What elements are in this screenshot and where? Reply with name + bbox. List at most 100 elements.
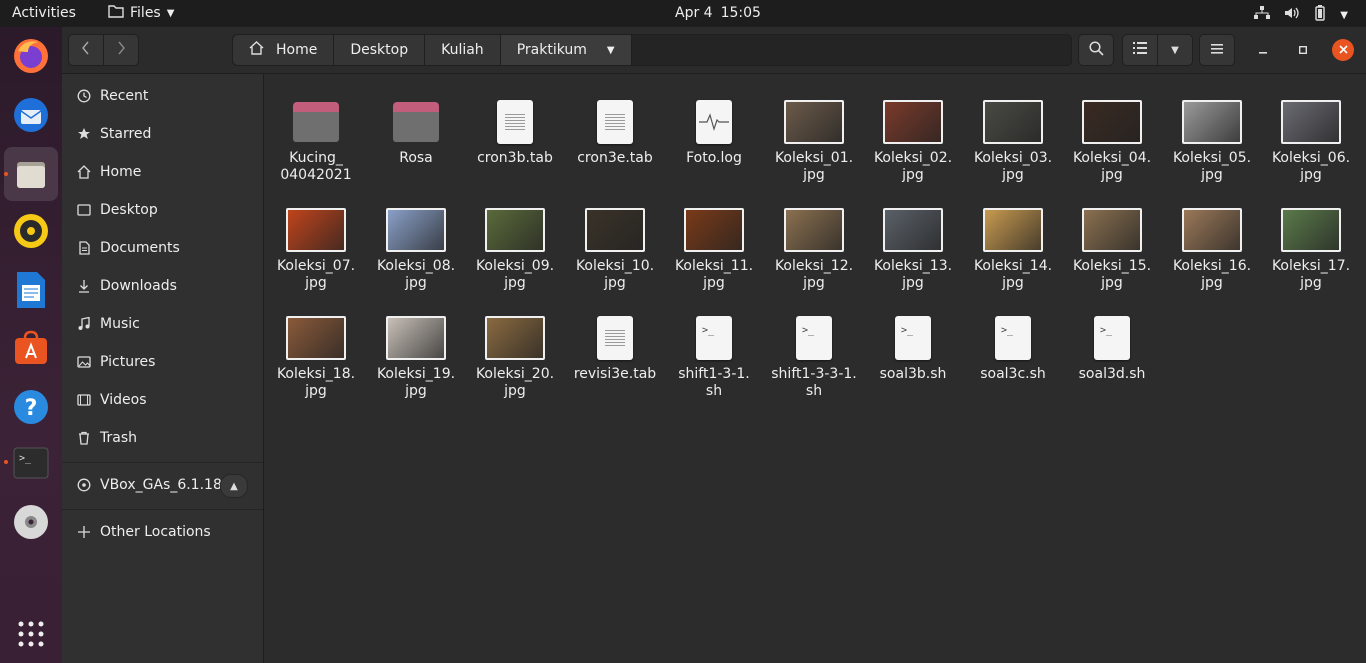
rhythmbox-icon[interactable] bbox=[12, 212, 50, 250]
file-name-continued: jpg bbox=[902, 167, 924, 183]
file-name: shift1-3-1. bbox=[678, 366, 750, 382]
file-item[interactable]: Koleksi_03. jpg bbox=[966, 96, 1060, 184]
eject-button[interactable]: ▲ bbox=[220, 474, 248, 498]
file-item[interactable]: Koleksi_11. jpg bbox=[667, 204, 761, 292]
forward-button[interactable] bbox=[103, 34, 139, 66]
file-item[interactable]: Koleksi_18. jpg bbox=[269, 312, 363, 400]
breadcrumb-desktop[interactable]: Desktop bbox=[334, 35, 426, 65]
videos-icon bbox=[76, 392, 92, 408]
file-name: Koleksi_14. bbox=[973, 258, 1053, 274]
file-item[interactable]: Koleksi_06. jpg bbox=[1264, 96, 1358, 184]
back-button[interactable] bbox=[68, 34, 104, 66]
writer-icon[interactable] bbox=[12, 271, 50, 309]
sidebar-item-home[interactable]: Home bbox=[62, 153, 263, 191]
system-tray[interactable]: ▼ bbox=[1254, 5, 1348, 25]
file-item[interactable]: Koleksi_15. jpg bbox=[1065, 204, 1159, 292]
file-item[interactable]: revisi3e.tab bbox=[568, 312, 662, 383]
view-list-button[interactable] bbox=[1122, 34, 1158, 66]
script-file-icon: >_ bbox=[966, 312, 1060, 364]
sidebar-item-recent[interactable]: Recent bbox=[62, 77, 263, 115]
file-item[interactable]: Koleksi_17. jpg bbox=[1264, 204, 1358, 292]
clock-date: Apr 4 bbox=[675, 5, 713, 21]
file-item[interactable]: Kucing_ 04042021 bbox=[269, 96, 363, 184]
main-menu-button[interactable] bbox=[1199, 34, 1235, 66]
file-item[interactable]: Koleksi_13. jpg bbox=[866, 204, 960, 292]
file-name: revisi3e.tab bbox=[573, 366, 657, 382]
file-item[interactable]: Rosa bbox=[369, 96, 463, 167]
file-item[interactable]: Koleksi_05. jpg bbox=[1165, 96, 1259, 184]
list-view-icon bbox=[1133, 42, 1147, 58]
folder-icon bbox=[369, 96, 463, 148]
terminal-icon[interactable]: >_ bbox=[12, 444, 50, 482]
script-file-icon: >_ bbox=[667, 312, 761, 364]
file-name: Koleksi_02. bbox=[873, 150, 953, 166]
sidebar-item-starred[interactable]: Starred bbox=[62, 115, 263, 153]
sidebar-item-desktop[interactable]: Desktop bbox=[62, 191, 263, 229]
file-item[interactable]: Koleksi_16. jpg bbox=[1165, 204, 1259, 292]
view-options-button[interactable]: ▼ bbox=[1157, 34, 1193, 66]
file-item[interactable]: Koleksi_07. jpg bbox=[269, 204, 363, 292]
file-name-continued: jpg bbox=[1101, 167, 1123, 183]
file-name: soal3d.sh bbox=[1078, 366, 1146, 382]
file-item[interactable]: cron3e.tab bbox=[568, 96, 662, 167]
breadcrumb-kuliah[interactable]: Kuliah bbox=[425, 35, 501, 65]
sidebar-item-downloads[interactable]: Downloads bbox=[62, 267, 263, 305]
music-icon bbox=[76, 316, 92, 332]
file-item[interactable]: >_ shift1-3-3-1. sh bbox=[767, 312, 861, 400]
file-name: soal3b.sh bbox=[879, 366, 947, 382]
file-name-continued: jpg bbox=[405, 275, 427, 291]
firefox-icon[interactable] bbox=[12, 37, 50, 75]
file-name-continued: sh bbox=[805, 383, 823, 399]
file-item[interactable]: Koleksi_01. jpg bbox=[767, 96, 861, 184]
clock[interactable]: Apr 4 15:05 bbox=[675, 5, 761, 21]
file-item[interactable]: Koleksi_20. jpg bbox=[468, 312, 562, 400]
file-item[interactable]: cron3b.tab bbox=[468, 96, 562, 167]
file-item[interactable]: Koleksi_12. jpg bbox=[767, 204, 861, 292]
file-name: Koleksi_05. bbox=[1172, 150, 1252, 166]
close-button[interactable] bbox=[1332, 39, 1354, 61]
sidebar-item-other-locations[interactable]: Other Locations bbox=[62, 513, 263, 551]
file-item[interactable]: >_ soal3b.sh bbox=[866, 312, 960, 383]
pictures-icon bbox=[76, 354, 92, 370]
app-menu-label: Files bbox=[130, 5, 161, 21]
file-item[interactable]: >_ soal3c.sh bbox=[966, 312, 1060, 383]
script-file-icon: >_ bbox=[767, 312, 861, 364]
activities-button[interactable]: Activities bbox=[12, 5, 76, 21]
file-item[interactable]: >_ shift1-3-1. sh bbox=[667, 312, 761, 400]
sidebar-item-music[interactable]: Music bbox=[62, 305, 263, 343]
breadcrumb-home[interactable]: Home bbox=[233, 35, 335, 65]
sidebar-item-label: Home bbox=[100, 164, 142, 180]
software-icon[interactable] bbox=[12, 329, 50, 367]
sidebar-item-documents[interactable]: Documents bbox=[62, 229, 263, 267]
file-name: shift1-3-3-1. bbox=[771, 366, 857, 382]
file-name-continued: jpg bbox=[902, 275, 924, 291]
file-item[interactable]: Koleksi_10. jpg bbox=[568, 204, 662, 292]
app-grid-icon[interactable] bbox=[12, 615, 50, 653]
sidebar-item-trash[interactable]: Trash bbox=[62, 419, 263, 457]
file-item[interactable]: Koleksi_04. jpg bbox=[1065, 96, 1159, 184]
file-item[interactable]: Koleksi_02. jpg bbox=[866, 96, 960, 184]
file-name: Koleksi_11. bbox=[674, 258, 754, 274]
breadcrumb-praktikum[interactable]: Praktikum ▼ bbox=[500, 35, 632, 65]
file-item[interactable]: >_ soal3d.sh bbox=[1065, 312, 1159, 383]
app-menu[interactable]: Files ▼ bbox=[108, 4, 174, 22]
breadcrumb-label: Desktop bbox=[350, 42, 409, 58]
minimize-button[interactable] bbox=[1252, 39, 1274, 61]
file-item[interactable]: Koleksi_19. jpg bbox=[369, 312, 463, 400]
file-item[interactable]: Koleksi_09. jpg bbox=[468, 204, 562, 292]
file-item[interactable]: Foto.log bbox=[667, 96, 761, 167]
sidebar-item-pictures[interactable]: Pictures bbox=[62, 343, 263, 381]
terminal-running-indicator bbox=[4, 460, 8, 464]
file-item[interactable]: Koleksi_14. jpg bbox=[966, 204, 1060, 292]
disc-icon[interactable] bbox=[12, 503, 50, 541]
thunderbird-icon[interactable] bbox=[12, 96, 50, 134]
file-item[interactable]: Koleksi_08. jpg bbox=[369, 204, 463, 292]
file-name: Koleksi_04. bbox=[1072, 150, 1152, 166]
image-thumbnail bbox=[1165, 204, 1259, 256]
help-icon[interactable]: ? bbox=[12, 388, 50, 426]
search-button[interactable] bbox=[1078, 34, 1114, 66]
sidebar-item-videos[interactable]: Videos bbox=[62, 381, 263, 419]
files-icon[interactable] bbox=[4, 147, 58, 201]
maximize-button[interactable] bbox=[1292, 39, 1314, 61]
log-file-icon bbox=[667, 96, 761, 148]
